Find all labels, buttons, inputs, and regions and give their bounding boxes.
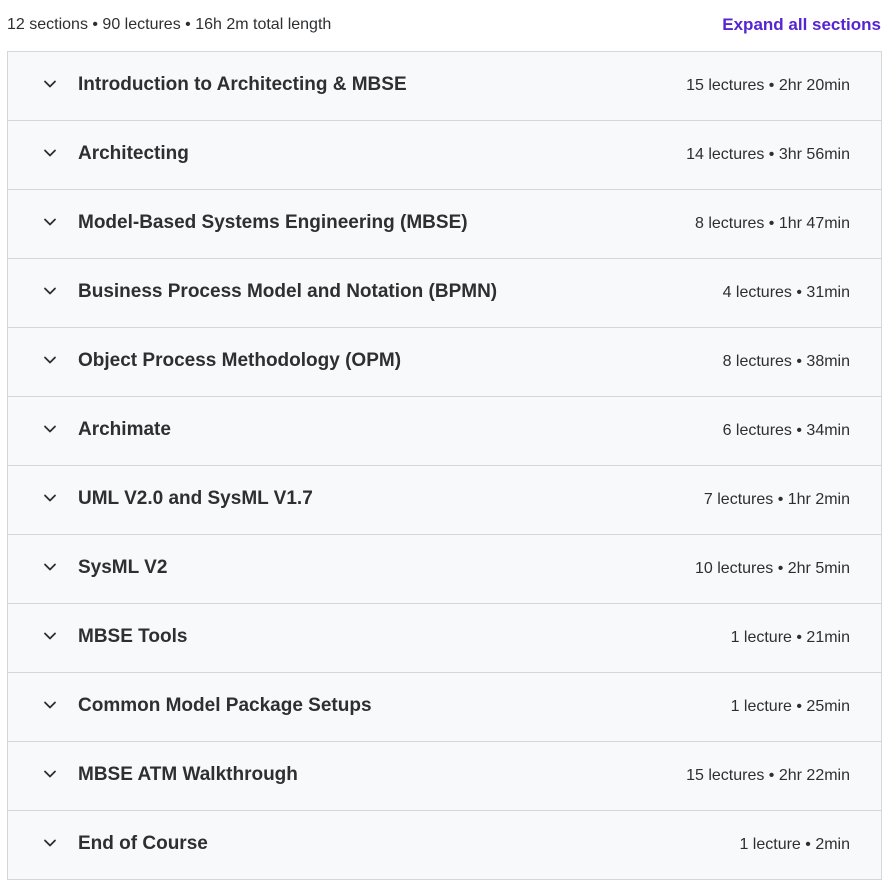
section-panel[interactable]: End of Course 1 lecture • 2min	[8, 811, 881, 880]
sections-list: Introduction to Architecting & MBSE 15 le…	[7, 51, 882, 880]
section-title: Archimate	[78, 419, 171, 440]
curriculum-summary: 12 sections • 90 lectures • 16h 2m total…	[7, 16, 332, 33]
section-meta: 8 lectures • 38min	[722, 353, 850, 370]
section-meta: 1 lecture • 21min	[730, 629, 850, 646]
section-title: Object Process Methodology (OPM)	[78, 350, 402, 371]
section-meta: 14 lectures • 3hr 56min	[686, 146, 850, 163]
section-meta: 1 lecture • 25min	[730, 698, 850, 715]
section-title: Common Model Package Setups	[78, 695, 372, 716]
chevron-down-icon[interactable]	[42, 214, 58, 230]
section-meta: 7 lectures • 1hr 2min	[703, 491, 850, 508]
section-panel[interactable]: Common Model Package Setups 1 lecture • 2…	[8, 673, 881, 742]
section-title: Architecting	[78, 143, 189, 164]
section-panel[interactable]: MBSE ATM Walkthrough 15 lectures • 2hr 22…	[8, 742, 881, 811]
section-title: Business Process Model and Notation (BPM…	[78, 281, 498, 302]
chevron-down-icon[interactable]	[42, 766, 58, 782]
section-title: MBSE Tools	[78, 626, 188, 647]
section-title: MBSE ATM Walkthrough	[78, 764, 298, 785]
section-meta: 4 lectures • 31min	[722, 284, 850, 301]
chevron-down-icon[interactable]	[42, 145, 58, 161]
section-panel[interactable]: SysML V2 10 lectures • 2hr 5min	[8, 535, 881, 604]
section-meta: 10 lectures • 2hr 5min	[694, 560, 850, 577]
section-panel[interactable]: Object Process Methodology (OPM) 8 lectur…	[8, 328, 881, 397]
chevron-down-icon[interactable]	[42, 628, 58, 644]
section-title: Introduction to Architecting & MBSE	[78, 74, 407, 95]
chevron-down-icon[interactable]	[42, 352, 58, 368]
section-title: SysML V2	[78, 557, 168, 578]
section-meta: 15 lectures • 2hr 22min	[686, 767, 850, 784]
chevron-down-icon[interactable]	[42, 283, 58, 299]
section-panel[interactable]: MBSE Tools 1 lecture • 21min	[8, 604, 881, 673]
section-meta: 6 lectures • 34min	[722, 422, 850, 439]
section-panel[interactable]: Introduction to Architecting & MBSE 15 le…	[8, 52, 881, 121]
section-panel[interactable]: Architecting 14 lectures • 3hr 56min	[8, 121, 881, 190]
expand-all-sections-button[interactable]: Expand all sections	[722, 15, 881, 35]
section-title: Model-Based Systems Engineering (MBSE)	[78, 212, 468, 233]
chevron-down-icon[interactable]	[42, 76, 58, 92]
section-meta: 1 lecture • 2min	[739, 836, 850, 853]
chevron-down-icon[interactable]	[42, 559, 58, 575]
section-panel[interactable]: Business Process Model and Notation (BPM…	[8, 259, 881, 328]
section-meta: 15 lectures • 2hr 20min	[686, 77, 850, 94]
chevron-down-icon[interactable]	[42, 835, 58, 851]
curriculum-header: 12 sections • 90 lectures • 16h 2m total…	[0, 0, 889, 52]
chevron-down-icon[interactable]	[42, 490, 58, 506]
section-panel[interactable]: Archimate 6 lectures • 34min	[8, 397, 881, 466]
section-meta: 8 lectures • 1hr 47min	[694, 215, 850, 232]
section-panel[interactable]: Model-Based Systems Engineering (MBSE) 8 …	[8, 190, 881, 259]
section-panel[interactable]: UML V2.0 and SysML V1.7 7 lectures • 1hr …	[8, 466, 881, 535]
chevron-down-icon[interactable]	[42, 697, 58, 713]
chevron-down-icon[interactable]	[42, 421, 58, 437]
section-title: End of Course	[78, 833, 208, 854]
section-title: UML V2.0 and SysML V1.7	[78, 488, 313, 509]
